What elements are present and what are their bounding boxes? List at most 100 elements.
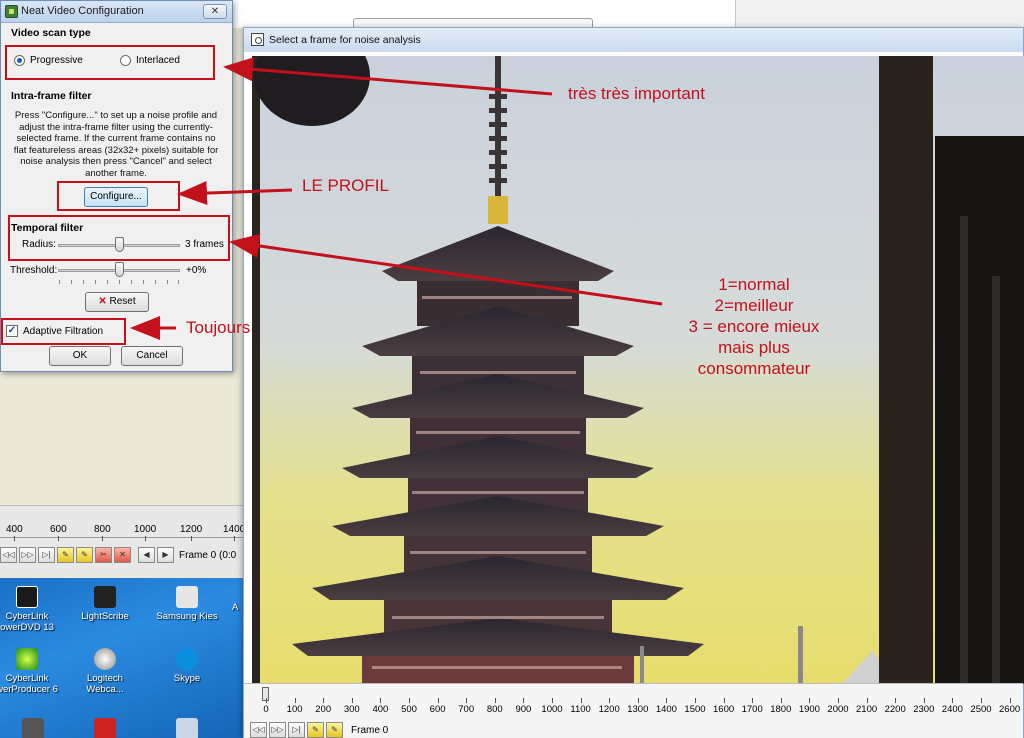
cut-button[interactable]: ✂ (95, 547, 112, 563)
go-end-button[interactable]: ▷| (288, 722, 305, 738)
dialog-titlebar: Neat Video Configuration ✕ (1, 1, 232, 23)
ruler-label: 1600 (713, 704, 735, 715)
noise-window-title: Select a frame for noise analysis (269, 34, 421, 46)
video-frame-preview[interactable] (252, 56, 1024, 684)
ruler-mark (952, 698, 954, 703)
next-keyframe-button[interactable]: ▷▷ (269, 722, 286, 738)
annotation-line: mais plus (718, 338, 790, 357)
desktop-icon-logitech[interactable]: Logitech Webca... (70, 648, 140, 695)
background-transport-controls: ◁◁ ▷▷ ▷| ✎ ✎ ✂ ✕ ◀ ▶ Frame 0 (0:0 (0, 546, 236, 564)
ruler-label: 900 (515, 704, 532, 715)
ruler-label: 2300 (913, 704, 935, 715)
ruler-label: 600 (50, 524, 67, 541)
ruler-label: 1200 (180, 524, 203, 541)
ruler-label: 2200 (884, 704, 906, 715)
desktop-icon-samsung-kies[interactable]: Samsung Kies (152, 586, 222, 622)
ruler-label: 300 (343, 704, 360, 715)
ruler-mark (923, 698, 925, 703)
desktop-icon-label: Webca... (86, 684, 124, 695)
mark-out-button[interactable]: ✎ (76, 547, 93, 563)
mark-out-button[interactable]: ✎ (326, 722, 343, 738)
reset-x-icon: ✕ (98, 296, 107, 307)
go-end-button[interactable]: ▷| (38, 547, 55, 563)
desktop-icon-powerdvd[interactable]: CyberLink owerDVD 13 (0, 586, 62, 633)
play-button[interactable]: ▶ (157, 547, 174, 563)
delete-button[interactable]: ✕ (114, 547, 131, 563)
powerdvd-icon (16, 586, 38, 608)
ruler-label: 400 (6, 524, 23, 541)
ruler-label: 800 (486, 704, 503, 715)
desktop-icon-row3-a[interactable] (0, 718, 68, 738)
threshold-slider-thumb[interactable] (114, 262, 124, 277)
ruler-mark (552, 698, 553, 703)
next-keyframe-button[interactable]: ▷▷ (19, 547, 36, 563)
desktop-icon-lightscribe[interactable]: LightScribe (70, 586, 140, 622)
frame-label: Frame 0 (351, 724, 389, 736)
desktop-icon-label: CyberLink (5, 611, 49, 622)
ruler-mark (323, 698, 325, 703)
ruler-label: 400 (372, 704, 389, 715)
ruler-label: 200 (315, 704, 332, 715)
ruler-mark (494, 698, 496, 703)
ruler-mark (409, 698, 410, 703)
ruler-mark (266, 698, 267, 703)
annotation-important: très très important (568, 84, 705, 103)
lightscribe-icon (94, 586, 116, 608)
ok-button[interactable]: OK (49, 346, 111, 366)
noise-analysis-window: Select a frame for noise analysis 0 100 … (243, 27, 1024, 738)
ruler-mark (580, 698, 582, 703)
ruler-label: 0 (263, 704, 269, 715)
desktop-icon-row3-c[interactable] (152, 718, 222, 738)
prev-keyframe-button[interactable]: ◁◁ (250, 722, 267, 738)
neat-video-dialog: Neat Video Configuration ✕ Video scan ty… (0, 0, 233, 372)
cancel-button[interactable]: Cancel (121, 346, 183, 366)
annotation-line: 2=meilleur (714, 296, 794, 315)
timeline-ruler[interactable]: 0 100 200 300 400 500 600 700 800 900 1000 1100 1200… (263, 692, 1024, 722)
ruler-label: 1200 (598, 704, 620, 715)
desktop: CyberLink owerDVD 13 LightScribe Samsung… (0, 578, 245, 738)
ruler-label: 1400 (655, 704, 677, 715)
ruler-mark (695, 698, 696, 703)
ruler-mark (609, 698, 611, 703)
ruler-label: 1900 (798, 704, 820, 715)
close-icon: ✕ (210, 6, 220, 17)
threshold-value: +0% (186, 265, 207, 276)
prev-keyframe-button[interactable]: ◁◁ (0, 547, 17, 563)
close-button[interactable]: ✕ (203, 4, 227, 19)
ruler-label: 2500 (970, 704, 992, 715)
background-window-strip (233, 0, 736, 30)
ruler-label: 2000 (827, 704, 849, 715)
ruler-label: 1700 (741, 704, 763, 715)
reset-button[interactable]: ✕ Reset (85, 292, 149, 312)
ruler-mark (809, 698, 811, 703)
ruler-label: 800 (94, 524, 111, 541)
ruler-label: 100 (286, 704, 303, 715)
highlight-scan-type (5, 45, 215, 80)
rewind-button[interactable]: ◀ (138, 547, 155, 563)
ruler-label: 500 (401, 704, 417, 715)
ruler-mark (752, 698, 754, 703)
ruler-mark (895, 698, 897, 703)
desktop-icon-row3-b[interactable] (70, 718, 140, 738)
annotation-always: Toujours (186, 318, 251, 337)
dark-structure (935, 136, 1024, 684)
pagoda-photo (252, 56, 1024, 684)
mark-in-button[interactable]: ✎ (57, 547, 74, 563)
desktop-icon-skype[interactable]: Skype (152, 648, 222, 684)
ruler-mark (780, 698, 782, 703)
desktop-icon-powerproducer[interactable]: CyberLink werProducer 6 (0, 648, 62, 695)
annotation-line: 3 = encore mieux (688, 317, 820, 336)
intra-frame-description: Press "Configure..." to set up a noise p… (13, 110, 219, 179)
noise-window-timeline: 0 100 200 300 400 500 600 700 800 900 1000 1100 1200… (244, 683, 1023, 738)
spire-gold (488, 196, 508, 224)
dialog-title: Neat Video Configuration (21, 5, 144, 17)
ruler-mark (981, 698, 982, 703)
annotation-line: 1=normal (718, 275, 790, 294)
timeline-transport-controls: ◁◁ ▷▷ ▷| ✎ ✎ Frame 0 (250, 722, 388, 738)
highlight-temporal (8, 215, 230, 261)
noise-window-titlebar: Select a frame for noise analysis (244, 28, 1023, 52)
intra-frame-heading: Intra-frame filter (11, 90, 92, 102)
mark-in-button[interactable]: ✎ (307, 722, 324, 738)
ruler-label: 600 (429, 704, 446, 715)
ruler-mark (666, 698, 668, 703)
